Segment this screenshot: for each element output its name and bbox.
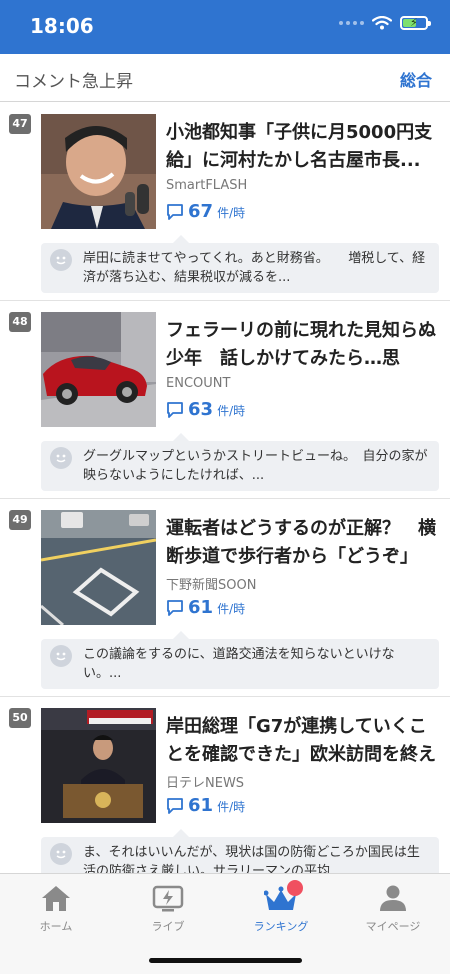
comment-bubble-icon	[167, 798, 183, 814]
article-item[interactable]: 50 岸田総理「G7が連携していくことを確認できた」欧米訪問を終え 日テレNEW…	[0, 697, 450, 895]
article-item[interactable]: 47 小池都知事「子供に月5000円支給」に河村たかし名古屋市長... Smar…	[0, 103, 450, 301]
rank-badge: 48	[9, 312, 31, 332]
tab-label: ホーム	[39, 920, 73, 933]
status-bar: 18:06 ⚡	[0, 0, 450, 54]
user-icon	[380, 885, 406, 911]
anonymous-face-icon	[50, 843, 72, 865]
comment-count: 67	[188, 201, 214, 222]
comment-text: グーグルマップというかストリートビューね。 自分の家が映らないようにしたければ、…	[83, 449, 428, 483]
comment-count: 61	[188, 795, 214, 816]
top-comment[interactable]: この議論をするのに、道路交通法を知らないといけない。...	[41, 631, 439, 689]
tab-ranking[interactable]: ランキング	[225, 880, 337, 934]
home-indicator[interactable]	[149, 958, 302, 963]
rank-badge: 50	[9, 708, 31, 728]
article-thumbnail[interactable]	[41, 708, 156, 823]
anonymous-face-icon	[50, 447, 72, 469]
comment-count: 61	[188, 597, 214, 618]
battery-icon: ⚡	[400, 16, 431, 30]
article-title[interactable]: 運転者はどうするのが正解？ 横断歩道で歩行者から「どうぞ」	[166, 515, 438, 571]
comment-rate-unit: 件/時	[217, 404, 246, 418]
comment-rate-unit: 件/時	[217, 602, 246, 616]
section-title: コメント急上昇	[14, 72, 133, 92]
tab-live[interactable]: ライブ	[112, 882, 224, 934]
status-indicators: ⚡	[339, 16, 431, 30]
notification-badge	[287, 880, 303, 896]
comment-rate: 63 件/時	[166, 399, 245, 420]
section-header: コメント急上昇 総合	[0, 54, 450, 102]
article-title[interactable]: 小池都知事「子供に月5000円支給」に河村たかし名古屋市長...	[166, 119, 438, 175]
comment-rate-unit: 件/時	[217, 800, 246, 814]
overall-ranking-link[interactable]: 総合	[400, 67, 432, 91]
comment-rate: 61 件/時	[166, 795, 245, 816]
tab-label: マイページ	[365, 920, 421, 933]
anonymous-face-icon	[50, 645, 72, 667]
article-list: 47 小池都知事「子供に月5000円支給」に河村たかし名古屋市長... Smar…	[0, 103, 450, 895]
comment-bubble-icon	[167, 600, 183, 616]
tab-label: ランキング	[253, 920, 309, 933]
article-thumbnail[interactable]	[41, 114, 156, 229]
anonymous-face-icon	[50, 249, 72, 271]
rank-badge: 49	[9, 510, 31, 530]
tab-label: ライブ	[151, 920, 185, 933]
article-source: 下野新聞SOON	[166, 578, 257, 593]
tab-mypage[interactable]: マイページ	[337, 882, 449, 934]
article-thumbnail[interactable]	[41, 510, 156, 625]
rank-badge: 47	[9, 114, 31, 134]
comment-count: 63	[188, 399, 214, 420]
comment-bubble-icon	[167, 204, 183, 220]
article-source: ENCOUNT	[166, 376, 231, 391]
article-source: 日テレNEWS	[166, 776, 245, 791]
comment-text: 岸田に読ませてやってくれ。あと財務省。 増税して、経済が落ち込む、結果税収が減る…	[83, 251, 426, 285]
comment-text: この議論をするのに、道路交通法を知らないといけない。...	[83, 647, 395, 681]
article-item[interactable]: 49 運転者はどうするのが正解？ 横断歩道で歩行者から「どうぞ」 下野新聞SOO…	[0, 499, 450, 697]
article-thumbnail[interactable]	[41, 312, 156, 427]
top-comment[interactable]: 岸田に読ませてやってくれ。あと財務省。 増税して、経済が落ち込む、結果税収が減る…	[41, 235, 439, 293]
cellular-signal-icon	[339, 21, 364, 25]
comment-bubble-icon	[167, 402, 183, 418]
tab-home[interactable]: ホーム	[0, 882, 112, 934]
comment-rate: 67 件/時	[166, 201, 245, 222]
comment-rate-unit: 件/時	[217, 206, 246, 220]
article-source: SmartFLASH	[166, 178, 248, 193]
article-item[interactable]: 48 フェラーリの前に現れた見知らぬ少年 話しかけてみたら…思わ... ENCO…	[0, 301, 450, 499]
status-time: 18:06	[30, 14, 94, 38]
live-icon	[152, 885, 184, 912]
home-icon	[42, 886, 70, 911]
wifi-icon	[372, 16, 392, 30]
comment-rate: 61 件/時	[166, 597, 245, 618]
top-comment[interactable]: グーグルマップというかストリートビューね。 自分の家が映らないようにしたければ、…	[41, 433, 439, 491]
article-title[interactable]: 岸田総理「G7が連携していくことを確認できた」欧米訪問を終え	[166, 713, 438, 769]
article-title[interactable]: フェラーリの前に現れた見知らぬ少年 話しかけてみたら…思わ...	[166, 317, 438, 373]
